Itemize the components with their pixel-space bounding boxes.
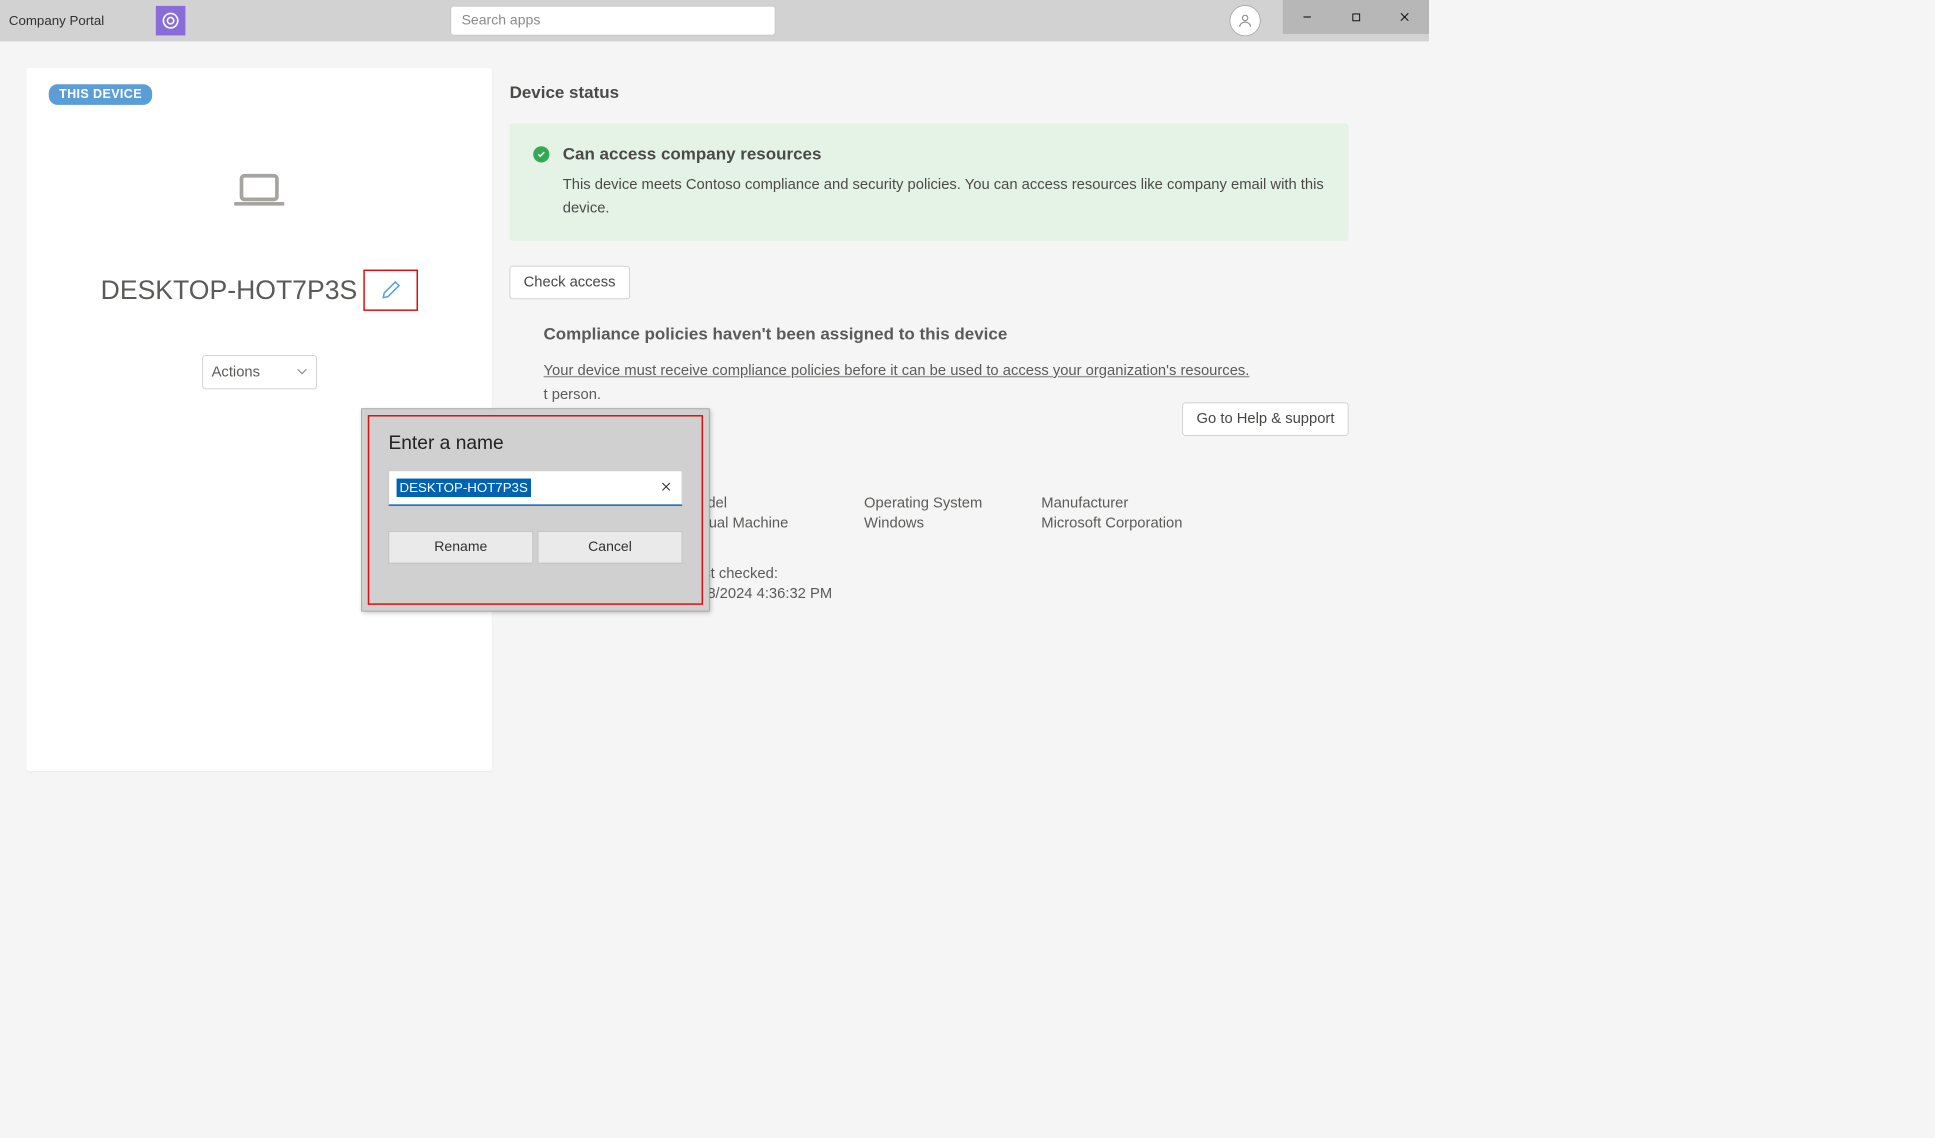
rename-dialog: Enter a name DESKTOP-HOT7P3S Rename Canc… [361, 408, 710, 611]
model-label: Model [687, 495, 864, 512]
title-bar: Company Portal [0, 0, 1429, 41]
status-banner-title: Can access company resources [563, 144, 1325, 164]
user-avatar-button[interactable] [1230, 5, 1261, 36]
laptop-icon [49, 171, 470, 212]
os-label: Operating System [864, 495, 1041, 512]
model-value: Virtual Machine [687, 515, 864, 532]
manufacturer-value: Microsoft Corporation [1041, 515, 1218, 532]
device-status-heading: Device status [510, 83, 1376, 103]
window-controls [1283, 0, 1429, 34]
device-name: DESKTOP-HOT7P3S [101, 275, 358, 306]
actions-label: Actions [212, 364, 260, 381]
rename-button[interactable]: Rename [388, 531, 533, 563]
rename-input[interactable]: DESKTOP-HOT7P3S [388, 470, 682, 505]
rename-input-value: DESKTOP-HOT7P3S [397, 479, 531, 497]
last-checked-value: 10/8/2024 4:36:32 PM [687, 586, 864, 603]
app-logo-icon [156, 6, 186, 36]
dialog-title: Enter a name [388, 431, 682, 454]
check-access-button[interactable]: Check access [510, 266, 630, 299]
last-checked-label: Last checked: [687, 566, 864, 583]
maximize-button[interactable] [1332, 0, 1381, 34]
clear-input-icon[interactable] [658, 480, 674, 496]
manufacturer-label: Manufacturer [1041, 495, 1218, 512]
edit-name-button[interactable] [363, 270, 418, 311]
cancel-button[interactable]: Cancel [538, 531, 683, 563]
minimize-button[interactable] [1283, 0, 1332, 34]
chevron-down-icon [297, 366, 307, 378]
status-banner-desc: This device meets Contoso compliance and… [563, 173, 1325, 220]
close-button[interactable] [1380, 0, 1429, 34]
actions-dropdown[interactable]: Actions [202, 355, 316, 389]
compliance-desc: Your device must receive compliance poli… [544, 359, 1349, 383]
app-title: Company Portal [0, 13, 104, 29]
status-banner: Can access company resources This device… [510, 123, 1349, 240]
check-circle-icon [533, 146, 549, 162]
search-input[interactable] [450, 6, 775, 36]
help-support-button[interactable]: Go to Help & support [1183, 402, 1349, 435]
os-value: Windows [864, 515, 1041, 532]
this-device-badge: THIS DEVICE [49, 84, 153, 105]
compliance-title: Compliance policies haven't been assigne… [544, 324, 1349, 344]
